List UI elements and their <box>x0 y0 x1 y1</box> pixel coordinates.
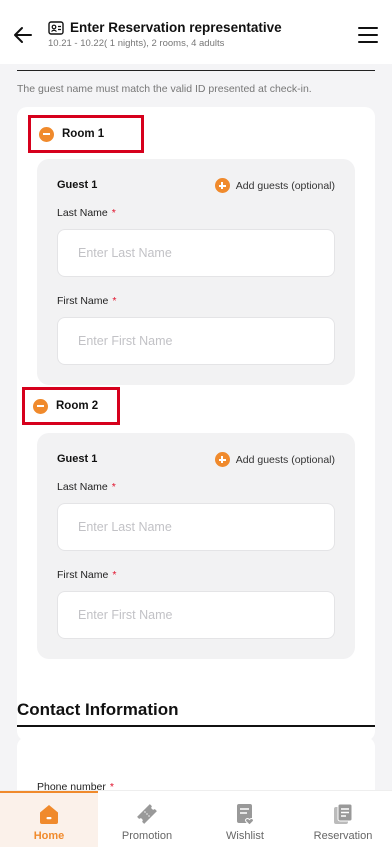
required-asterisk: * <box>112 569 117 581</box>
guest-title: Guest 1 <box>57 179 98 191</box>
collapse-minus-icon <box>33 398 48 414</box>
add-plus-icon <box>214 452 230 467</box>
last-name-label-text: Last Name <box>57 481 108 493</box>
nav-reservation[interactable]: Reservation <box>294 791 392 847</box>
phone-number-label-text: Phone number <box>37 781 106 790</box>
first-name-input[interactable] <box>57 317 335 365</box>
phone-number-label: Phone number * <box>37 781 114 790</box>
nav-wishlist[interactable]: Wishlist <box>196 791 294 847</box>
id-card-icon <box>48 20 64 35</box>
guest-card: Room 1 Guest 1 Add guests (optional) Las… <box>17 107 375 741</box>
room-label: Room 1 <box>62 128 105 140</box>
contact-section-title: Contact Information <box>17 700 179 719</box>
add-guests-label: Add guests (optional) <box>235 453 335 466</box>
collapse-minus-icon <box>39 126 54 142</box>
main-content: The guest name must match the valid ID p… <box>0 64 392 790</box>
last-name-input[interactable] <box>57 229 335 277</box>
contact-divider <box>17 725 375 727</box>
nav-promotion[interactable]: Promotion <box>98 791 196 847</box>
wishlist-icon <box>237 804 254 826</box>
page-title: Enter Reservation representative <box>70 20 282 35</box>
add-guests-button[interactable]: Add guests (optional) <box>214 452 335 467</box>
id-notice: The guest name must match the valid ID p… <box>17 83 312 95</box>
contact-card: Phone number * <box>17 737 375 790</box>
first-name-label: First Name * <box>57 295 116 307</box>
room-1-guest-panel: Guest 1 Add guests (optional) Last Name *… <box>37 159 355 385</box>
reservation-icon <box>334 803 353 824</box>
nav-label: Promotion <box>121 830 173 842</box>
required-asterisk: * <box>109 781 114 790</box>
reservation-summary: 10.21 - 10.22( 1 nights), 2 rooms, 4 adu… <box>48 38 225 49</box>
guest-title: Guest 1 <box>57 453 98 465</box>
required-asterisk: * <box>112 295 117 307</box>
promotion-ticket-icon <box>137 804 157 824</box>
bottom-nav: Home Promotion Wishlist Reservation <box>0 790 392 847</box>
required-asterisk: * <box>111 207 116 219</box>
add-plus-icon <box>214 178 230 193</box>
first-name-label: First Name * <box>57 569 116 581</box>
title-row: Enter Reservation representative <box>48 20 282 35</box>
back-arrow-icon[interactable] <box>12 24 34 46</box>
nav-label: Home <box>33 830 65 842</box>
first-name-input[interactable] <box>57 591 335 639</box>
nav-label: Wishlist <box>226 830 264 842</box>
required-asterisk: * <box>111 481 116 493</box>
header-bar: Enter Reservation representative 10.21 -… <box>0 0 392 64</box>
nav-label: Reservation <box>313 830 373 842</box>
header-titles: Enter Reservation representative 10.21 -… <box>48 20 282 49</box>
first-name-label-text: First Name <box>57 569 109 581</box>
add-guests-label: Add guests (optional) <box>235 179 335 192</box>
last-name-input[interactable] <box>57 503 335 551</box>
add-guests-button[interactable]: Add guests (optional) <box>214 178 335 193</box>
hamburger-menu-icon[interactable] <box>358 26 378 44</box>
last-name-label-text: Last Name <box>57 207 108 219</box>
nav-home[interactable]: Home <box>0 791 98 847</box>
first-name-label-text: First Name <box>57 295 109 307</box>
room-2-toggle[interactable]: Room 2 <box>22 387 120 425</box>
last-name-label: Last Name * <box>57 481 116 493</box>
section-divider <box>17 70 375 71</box>
room-label: Room 2 <box>56 400 99 412</box>
room-1-toggle[interactable]: Room 1 <box>28 115 144 153</box>
last-name-label: Last Name * <box>57 207 116 219</box>
home-icon <box>40 805 58 824</box>
room-2-guest-panel: Guest 1 Add guests (optional) Last Name *… <box>37 433 355 659</box>
